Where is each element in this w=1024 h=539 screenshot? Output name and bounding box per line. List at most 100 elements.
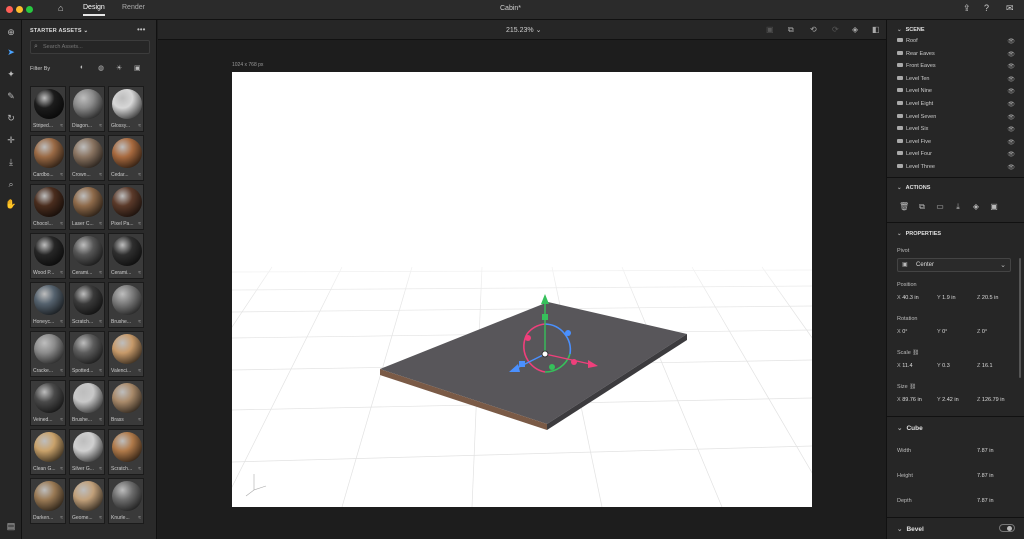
scene-layer-item[interactable]: Level Nine 👁 (897, 88, 1015, 100)
material-tile[interactable]: Geome... ≈ (69, 478, 105, 524)
position-z[interactable]: Z 20.5 in (977, 295, 998, 301)
material-tile[interactable]: Cracke... ≈ (30, 331, 66, 377)
assets-title[interactable]: STARTER ASSETS ⌄ (30, 28, 88, 34)
help-icon[interactable]: ? (984, 3, 989, 13)
material-options-icon[interactable]: ≈ (99, 417, 102, 423)
feedback-icon[interactable]: ✉ (1006, 3, 1014, 14)
material-options-icon[interactable]: ≈ (138, 466, 141, 472)
size-z[interactable]: Z 126.79 in (977, 397, 1005, 403)
scale-z[interactable]: Z 16.1 (977, 363, 993, 369)
panel-toggle-icon[interactable]: ◧ (872, 25, 880, 34)
more-options-icon[interactable]: ••• (137, 25, 145, 34)
size-x[interactable]: X 89.76 in (897, 397, 922, 403)
canvas[interactable] (232, 72, 812, 507)
material-tile[interactable]: Brushe... ≈ (69, 380, 105, 426)
material-options-icon[interactable]: ≈ (60, 123, 63, 129)
scale-x[interactable]: X 11.4 (897, 363, 913, 369)
scene-layer-item[interactable]: Level Three 👁 (897, 164, 1015, 176)
visibility-icon[interactable]: 👁 (1007, 88, 1015, 95)
material-options-icon[interactable]: ≈ (138, 417, 141, 423)
minimize-window-button[interactable] (16, 6, 23, 13)
visibility-icon[interactable]: 👁 (1007, 126, 1015, 133)
close-window-button[interactable] (6, 6, 13, 13)
position-x[interactable]: X 40.3 in (897, 295, 919, 301)
filter-model-icon[interactable]: ◍ (98, 64, 104, 72)
material-tile[interactable]: Chocol... ≈ (30, 184, 66, 230)
material-options-icon[interactable]: ≈ (99, 172, 102, 178)
material-tile[interactable]: Striped... ≈ (30, 86, 66, 132)
visibility-icon[interactable]: 👁 (1007, 51, 1015, 58)
rotation-z[interactable]: Z 0° (977, 329, 987, 335)
material-options-icon[interactable]: ≈ (60, 466, 63, 472)
scene-layer-item[interactable]: Roof 👁 (897, 38, 1015, 50)
pan-tool-icon[interactable]: ✋ (5, 198, 17, 210)
visibility-icon[interactable]: 👁 (1007, 101, 1015, 108)
filter-image-icon[interactable]: ▣ (134, 64, 141, 72)
material-options-icon[interactable]: ≈ (99, 319, 102, 325)
material-tile[interactable]: Spotted... ≈ (69, 331, 105, 377)
material-options-icon[interactable]: ≈ (99, 221, 102, 227)
material-tile[interactable]: Silver G... ≈ (69, 429, 105, 475)
tab-design[interactable]: Design (83, 4, 105, 16)
link-icon[interactable]: ⛓ (912, 350, 919, 356)
visibility-icon[interactable]: 👁 (1007, 114, 1015, 121)
home-icon[interactable]: ⌂ (58, 3, 63, 13)
material-tile[interactable]: Clean G... ≈ (30, 429, 66, 475)
properties-scrollbar[interactable] (1019, 258, 1021, 378)
share-icon[interactable]: ⇪ (963, 3, 971, 14)
material-options-icon[interactable]: ≈ (60, 368, 63, 374)
magic-select-icon[interactable]: ✦ (5, 68, 17, 80)
material-options-icon[interactable]: ≈ (99, 515, 102, 521)
material-options-icon[interactable]: ≈ (60, 515, 63, 521)
search-input[interactable]: ⌕ Search Assets... (30, 40, 150, 54)
visibility-icon[interactable]: 👁 (1007, 76, 1015, 83)
drop-to-ground-icon[interactable]: ◈ (971, 202, 981, 212)
transform-tool-icon[interactable]: ✛ (5, 134, 17, 146)
cube-height-value[interactable]: 7.87 in (977, 473, 994, 479)
material-tile[interactable]: Scratch... ≈ (69, 282, 105, 328)
material-options-icon[interactable]: ≈ (138, 368, 141, 374)
zoom-level[interactable]: 215.23% ⌄ (506, 26, 541, 34)
scene-layer-item[interactable]: Level Seven 👁 (897, 113, 1015, 126)
scene-layer-item[interactable]: Front Eaves 👁 (897, 63, 1015, 75)
size-y[interactable]: Y 2.42 in (937, 397, 959, 403)
camera-icon[interactable]: ◈ (852, 25, 858, 34)
maximize-window-button[interactable] (26, 6, 33, 13)
material-options-icon[interactable]: ≈ (99, 123, 102, 129)
material-tile[interactable]: Diagon... ≈ (69, 86, 105, 132)
material-tile[interactable]: Laser C... ≈ (69, 184, 105, 230)
material-options-icon[interactable]: ≈ (99, 270, 102, 276)
frame-icon[interactable]: ⟲ (810, 25, 817, 34)
material-options-icon[interactable]: ≈ (60, 417, 63, 423)
select-tool-icon[interactable]: ➤ (5, 46, 17, 58)
material-tile[interactable]: Pixel Pa... ≈ (108, 184, 144, 230)
visibility-icon[interactable]: 👁 (1007, 38, 1015, 45)
visibility-icon[interactable]: 👁 (1007, 164, 1015, 171)
material-tile[interactable]: Cerami... ≈ (69, 233, 105, 279)
material-tile[interactable]: Wood P... ≈ (30, 233, 66, 279)
material-tile[interactable]: Honeyc... ≈ (30, 282, 66, 328)
rotation-y[interactable]: Y 0° (937, 329, 947, 335)
pivot-select[interactable]: ▣ Center ⌄ (897, 258, 1011, 272)
align-icon[interactable]: ▣ (766, 25, 774, 34)
scale-y[interactable]: Y 0.3 (937, 363, 950, 369)
visibility-icon[interactable]: 👁 (1007, 151, 1015, 158)
orbit-tool-icon[interactable]: ↻ (5, 112, 17, 124)
material-tile[interactable]: Crown... ≈ (69, 135, 105, 181)
group-icon[interactable]: ▭ (935, 202, 945, 212)
material-options-icon[interactable]: ≈ (138, 515, 141, 521)
bevel-header[interactable]: ⌄ Bevel (897, 525, 924, 533)
paint-tool-icon[interactable]: ✎ (5, 90, 17, 102)
material-tile[interactable]: Cardbo... ≈ (30, 135, 66, 181)
material-options-icon[interactable]: ≈ (60, 319, 63, 325)
material-tile[interactable]: Glossy... ≈ (108, 86, 144, 132)
cube-depth-value[interactable]: 7.87 in (977, 498, 994, 504)
material-options-icon[interactable]: ≈ (138, 221, 141, 227)
filter-material-icon[interactable]: ◐ (80, 64, 84, 71)
rotation-x[interactable]: X 0° (897, 329, 907, 335)
cube-width-value[interactable]: 7.87 in (977, 448, 994, 454)
drop-tool-icon[interactable]: ⤓ (5, 156, 17, 168)
material-options-icon[interactable]: ≈ (60, 172, 63, 178)
visibility-icon[interactable]: 👁 (1007, 63, 1015, 70)
scene-layer-item[interactable]: Level Five 👁 (897, 138, 1015, 151)
